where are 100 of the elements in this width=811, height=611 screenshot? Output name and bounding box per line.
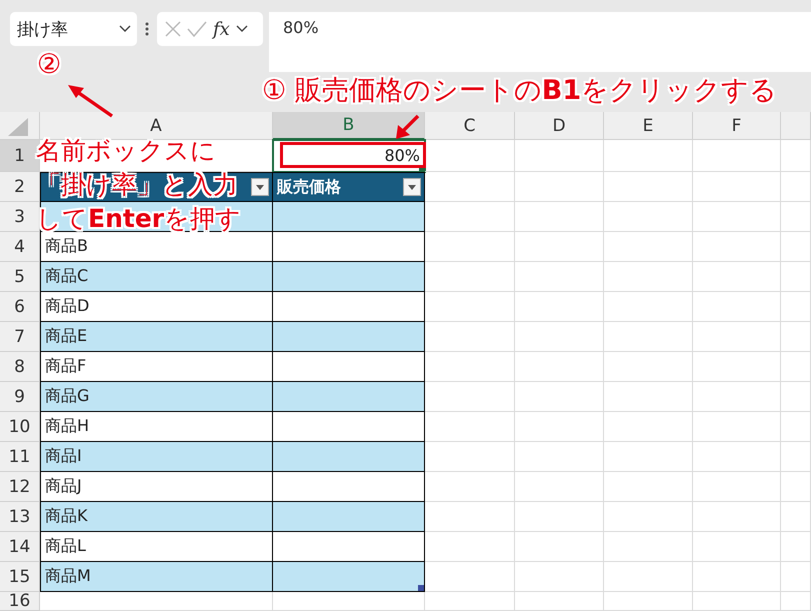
cancel-icon[interactable] (165, 21, 181, 37)
empty-cell[interactable] (425, 140, 515, 172)
empty-cell[interactable] (781, 292, 811, 322)
fill-handle[interactable] (419, 166, 424, 171)
checkmark-icon[interactable] (187, 21, 207, 37)
row-header[interactable]: 4 (0, 232, 40, 262)
empty-cell[interactable] (515, 262, 604, 292)
empty-cell[interactable] (693, 472, 781, 502)
empty-cell[interactable] (604, 412, 693, 442)
empty-cell[interactable] (604, 172, 693, 202)
empty-cell[interactable] (693, 562, 781, 592)
empty-cell[interactable] (781, 592, 811, 611)
empty-cell[interactable] (604, 472, 693, 502)
empty-cell[interactable] (781, 532, 811, 562)
row-header[interactable]: 7 (0, 322, 40, 352)
empty-cell[interactable] (781, 232, 811, 262)
column-header[interactable]: E (604, 112, 693, 140)
row-header[interactable]: 5 (0, 262, 40, 292)
empty-cell[interactable] (515, 472, 604, 502)
name-box[interactable]: 掛け率 (10, 12, 137, 46)
filter-dropdown-button[interactable] (403, 178, 421, 196)
column-header[interactable]: C (425, 112, 515, 140)
empty-cell[interactable] (515, 502, 604, 532)
empty-cell[interactable] (604, 442, 693, 472)
empty-cell[interactable] (781, 562, 811, 592)
empty-cell[interactable] (781, 382, 811, 412)
empty-cell[interactable] (515, 532, 604, 562)
empty-cell[interactable] (515, 592, 604, 611)
empty-cell[interactable] (693, 502, 781, 532)
empty-cell[interactable] (781, 502, 811, 532)
chevron-down-icon[interactable] (236, 25, 248, 33)
column-header[interactable] (781, 112, 811, 140)
empty-cell[interactable] (781, 352, 811, 382)
empty-cell[interactable] (515, 382, 604, 412)
empty-cell[interactable] (693, 172, 781, 202)
empty-cell[interactable] (604, 502, 693, 532)
empty-cell[interactable] (604, 592, 693, 611)
empty-cell[interactable] (515, 562, 604, 592)
chevron-down-icon[interactable] (119, 25, 131, 33)
empty-cell[interactable] (604, 322, 693, 352)
empty-cell[interactable] (604, 352, 693, 382)
empty-cell[interactable] (515, 442, 604, 472)
empty-cell[interactable] (604, 140, 693, 172)
insert-function-button[interactable]: fx (213, 18, 230, 40)
empty-cell[interactable] (781, 412, 811, 442)
empty-cell[interactable] (604, 532, 693, 562)
empty-cell[interactable] (604, 232, 693, 262)
row-header[interactable]: 12 (0, 472, 40, 502)
empty-cell[interactable] (604, 292, 693, 322)
empty-cell[interactable] (693, 352, 781, 382)
column-header[interactable]: A (40, 112, 273, 140)
empty-cell[interactable] (693, 532, 781, 562)
empty-cell[interactable] (515, 322, 604, 352)
column-header[interactable]: F (693, 112, 781, 140)
row-header[interactable]: 10 (0, 412, 40, 442)
resize-handle[interactable] (418, 585, 424, 591)
empty-cell[interactable] (515, 140, 604, 172)
row-header[interactable]: 11 (0, 442, 40, 472)
empty-cell[interactable] (781, 442, 811, 472)
row-header[interactable]: 14 (0, 532, 40, 562)
empty-cell[interactable] (515, 292, 604, 322)
empty-cell[interactable] (693, 202, 781, 232)
empty-cell[interactable] (693, 322, 781, 352)
empty-cell[interactable] (273, 592, 425, 611)
empty-cell[interactable] (693, 232, 781, 262)
row-header[interactable]: 15 (0, 562, 40, 592)
empty-cell[interactable] (693, 592, 781, 611)
empty-cell[interactable] (693, 412, 781, 442)
row-header[interactable]: 3 (0, 202, 40, 232)
row-header[interactable]: 9 (0, 382, 40, 412)
column-header[interactable]: B (273, 112, 425, 140)
filter-dropdown-button[interactable] (251, 178, 269, 196)
row-header[interactable]: 16 (0, 592, 40, 611)
formula-input[interactable]: 80% (269, 12, 811, 72)
row-header[interactable]: 13 (0, 502, 40, 532)
empty-cell[interactable] (693, 442, 781, 472)
empty-cell[interactable] (781, 322, 811, 352)
empty-cell[interactable] (604, 562, 693, 592)
row-header[interactable]: 2 (0, 172, 40, 202)
row-header[interactable]: 6 (0, 292, 40, 322)
empty-cell[interactable] (693, 382, 781, 412)
empty-cell[interactable] (781, 172, 811, 202)
empty-cell[interactable] (781, 472, 811, 502)
empty-cell[interactable] (604, 202, 693, 232)
empty-cell[interactable] (693, 292, 781, 322)
empty-cell[interactable] (515, 172, 604, 202)
more-options-icon[interactable] (145, 22, 149, 36)
empty-cell[interactable] (604, 262, 693, 292)
row-header[interactable]: 8 (0, 352, 40, 382)
empty-cell[interactable] (425, 592, 515, 611)
empty-cell[interactable] (515, 202, 604, 232)
empty-cell[interactable] (515, 352, 604, 382)
column-header[interactable]: D (515, 112, 604, 140)
empty-cell[interactable] (781, 262, 811, 292)
empty-cell[interactable] (515, 412, 604, 442)
empty-cell[interactable] (693, 262, 781, 292)
empty-cell[interactable] (693, 140, 781, 172)
empty-cell[interactable] (515, 232, 604, 262)
empty-cell[interactable] (781, 202, 811, 232)
selected-cell[interactable]: 80% (273, 140, 425, 172)
